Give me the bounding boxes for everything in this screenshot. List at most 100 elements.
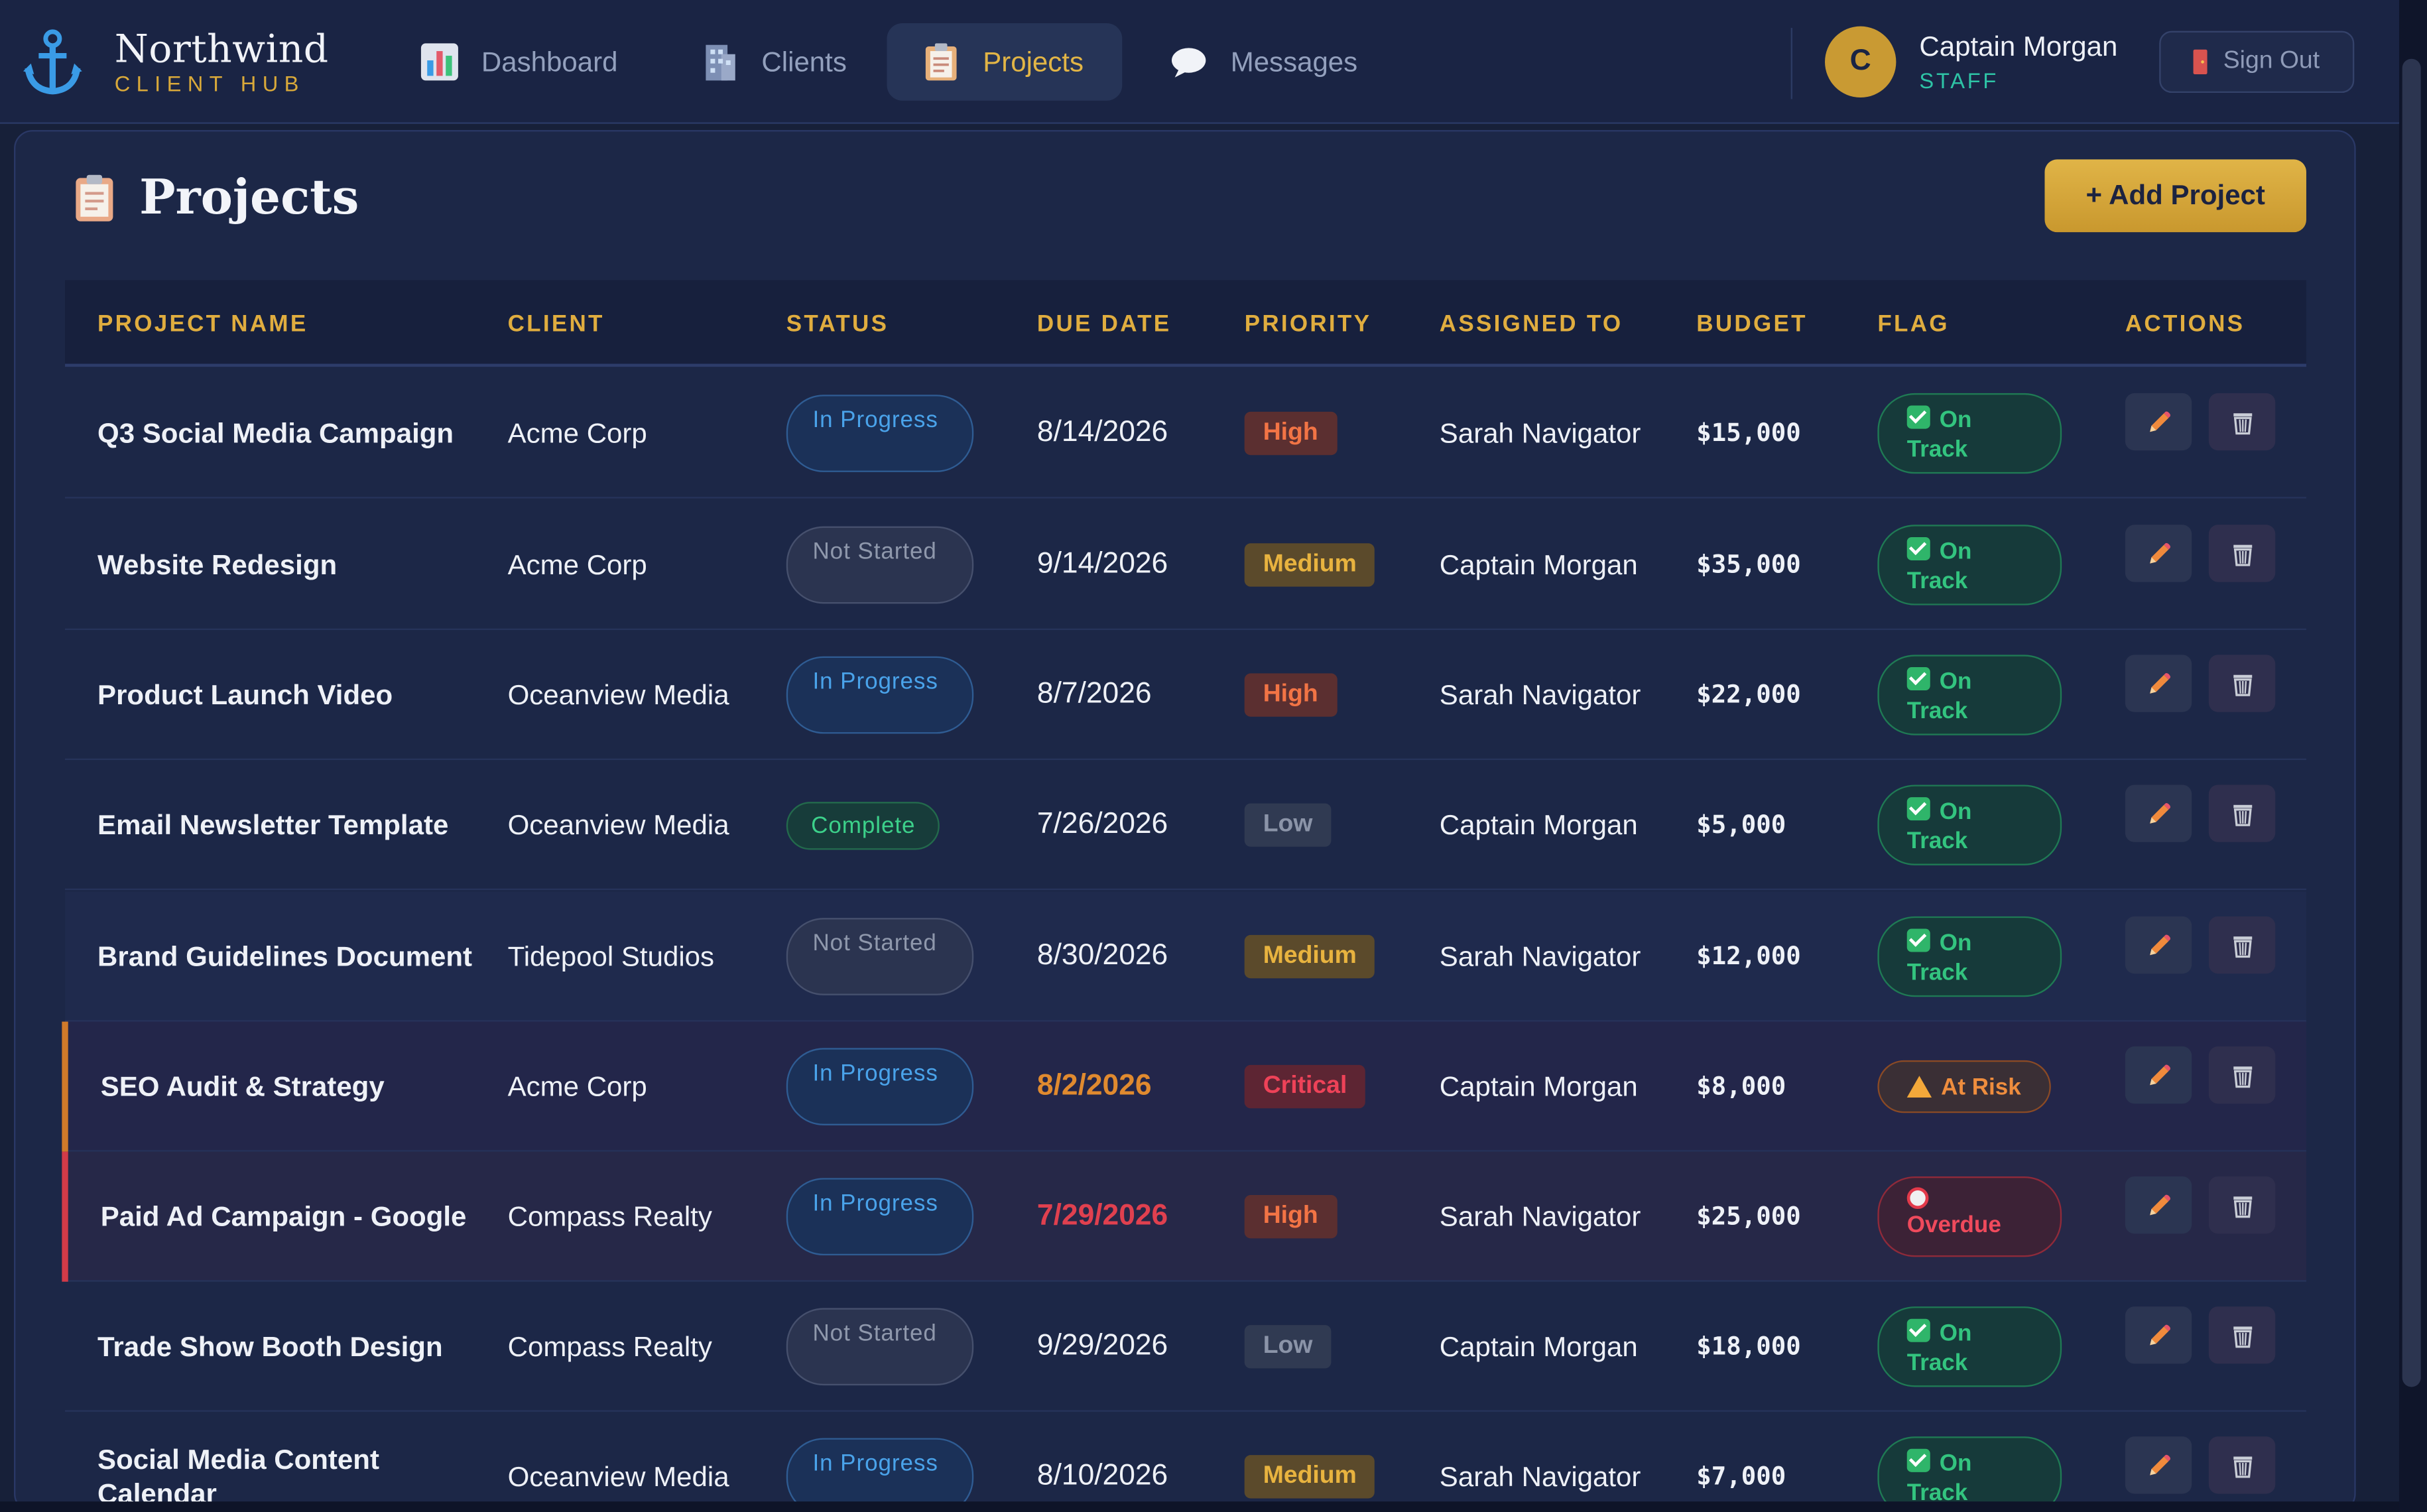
due-date: 8/7/2026 <box>1036 678 1152 711</box>
page-header: Projects <box>73 170 359 226</box>
delete-button[interactable] <box>2208 785 2276 842</box>
nav-divider <box>1790 28 1793 99</box>
due-date: 8/14/2026 <box>1036 416 1168 449</box>
check-icon <box>1906 1318 1930 1342</box>
table-row[interactable]: Paid Ad Campaign - Google Compass Realty… <box>62 1151 2306 1282</box>
delete-button[interactable] <box>2208 1046 2276 1104</box>
client-name: Acme Corp <box>507 418 647 449</box>
delete-button[interactable] <box>2208 1436 2276 1494</box>
client-name: Acme Corp <box>507 1071 647 1102</box>
budget: $8,000 <box>1696 1071 1786 1101</box>
table-row[interactable]: Social Media Content Calendar Oceanview … <box>65 1412 2306 1512</box>
due-date: 8/2/2026 <box>1036 1069 1152 1102</box>
column-header-client[interactable]: CLIENT <box>508 311 605 338</box>
client-name: Oceanview Media <box>507 679 729 711</box>
edit-button[interactable] <box>2125 1046 2192 1104</box>
budget: $15,000 <box>1696 418 1801 448</box>
column-header-priority[interactable]: PRIORITY <box>1245 311 1372 338</box>
budget: $12,000 <box>1696 941 1801 971</box>
scrollbar-thumb[interactable] <box>2402 58 2421 1387</box>
add-project-button[interactable]: + Add Project <box>2044 159 2306 233</box>
assignee: Captain Morgan <box>1439 809 1638 841</box>
client-name: Acme Corp <box>507 549 647 581</box>
flag-badge: On Track <box>1877 785 2062 865</box>
project-name: SEO Audit & Strategy <box>100 1071 385 1102</box>
nav-clients[interactable]: Clients <box>666 23 879 101</box>
pencil-icon <box>2149 1324 2170 1345</box>
project-name: Paid Ad Campaign - Google <box>100 1201 467 1233</box>
column-header-flag[interactable]: FLAG <box>1877 311 1949 338</box>
nav-dashboard-label: Dashboard <box>481 45 618 77</box>
trash-icon <box>2233 1196 2252 1218</box>
project-name: Trade Show Booth Design <box>97 1331 443 1363</box>
priority-badge: Low <box>1244 803 1332 847</box>
priority-badge: High <box>1244 411 1337 456</box>
delete-button[interactable] <box>2208 1306 2276 1364</box>
priority-badge: High <box>1244 673 1337 717</box>
sign-out-button[interactable]: Sign Out <box>2159 31 2355 94</box>
budget: $18,000 <box>1696 1331 1801 1361</box>
status-badge: Not Started <box>786 526 974 604</box>
flag-badge: At Risk <box>1877 1060 2051 1113</box>
edit-button[interactable] <box>2125 1436 2192 1494</box>
nav-projects-label: Projects <box>983 45 1084 77</box>
column-header-due-date[interactable]: DUE DATE <box>1037 311 1172 338</box>
nav-projects[interactable]: Projects <box>887 23 1123 101</box>
brand[interactable]: Northwind CLIENT HUB <box>22 25 329 99</box>
pencil-icon <box>2149 1064 2170 1085</box>
delete-button[interactable] <box>2208 655 2276 712</box>
column-header-project-name[interactable]: PROJECT NAME <box>97 311 308 338</box>
top-navigation-bar: Northwind CLIENT HUB Dashboard Clients P… <box>0 0 2427 124</box>
user-role: STAFF <box>1919 68 1999 94</box>
sign-out-label: Sign Out <box>2223 48 2320 75</box>
assignee: Captain Morgan <box>1439 549 1638 581</box>
anchor-icon <box>23 29 82 95</box>
table-row[interactable]: Email Newsletter Template Oceanview Medi… <box>65 760 2306 891</box>
pencil-icon <box>2149 672 2170 693</box>
assignee: Sarah Navigator <box>1439 1201 1641 1233</box>
table-row[interactable]: Product Launch Video Oceanview Media In … <box>65 630 2306 761</box>
trash-icon <box>2233 936 2252 958</box>
edit-button[interactable] <box>2125 1306 2192 1364</box>
pencil-icon <box>2149 934 2170 955</box>
delete-button[interactable] <box>2208 916 2276 974</box>
delete-button[interactable] <box>2208 1176 2276 1234</box>
table-row[interactable]: Brand Guidelines Document Tidepool Studi… <box>65 891 2306 1022</box>
client-name: Compass Realty <box>507 1201 712 1233</box>
clipboard-icon <box>925 43 957 81</box>
edit-button[interactable] <box>2125 393 2192 451</box>
nav-messages[interactable]: Messages <box>1135 23 1395 101</box>
table-row[interactable]: Q3 Social Media Campaign Acme Corp In Pr… <box>65 369 2306 499</box>
delete-button[interactable] <box>2208 393 2276 451</box>
column-header-assigned-to[interactable]: ASSIGNED TO <box>1440 311 1623 338</box>
table-row[interactable]: Trade Show Booth Design Compass Realty N… <box>65 1282 2306 1412</box>
trash-icon <box>2233 804 2252 826</box>
column-header-status[interactable]: STATUS <box>786 311 889 338</box>
table-row[interactable]: SEO Audit & Strategy Acme Corp In Progre… <box>62 1021 2306 1152</box>
nav-dashboard[interactable]: Dashboard <box>385 23 651 101</box>
avatar[interactable]: C <box>1825 26 1897 98</box>
client-name: Oceanview Media <box>507 809 729 841</box>
check-icon <box>1906 928 1930 952</box>
assignee: Captain Morgan <box>1439 1331 1638 1363</box>
edit-button[interactable] <box>2125 916 2192 974</box>
user-name: Captain Morgan <box>1919 31 2118 62</box>
edit-button[interactable] <box>2125 785 2192 842</box>
pencil-icon <box>2149 542 2170 563</box>
assignee: Sarah Navigator <box>1439 418 1641 449</box>
edit-button[interactable] <box>2125 525 2192 582</box>
brand-name: Northwind <box>114 26 329 72</box>
page-title: Projects <box>139 170 359 226</box>
assignee: Sarah Navigator <box>1439 1461 1641 1493</box>
delete-button[interactable] <box>2208 525 2276 582</box>
check-icon <box>1906 797 1930 821</box>
column-header-budget[interactable]: BUDGET <box>1696 311 1807 338</box>
assignee: Sarah Navigator <box>1439 679 1641 711</box>
flag-label: At Risk <box>1941 1073 2021 1100</box>
table-row[interactable]: Website Redesign Acme Corp Not Started 9… <box>65 500 2306 631</box>
flag-badge: On Track <box>1877 393 2062 474</box>
edit-button[interactable] <box>2125 1176 2192 1234</box>
clipboard-icon <box>76 174 113 221</box>
status-badge: Not Started <box>786 918 974 995</box>
edit-button[interactable] <box>2125 655 2192 712</box>
